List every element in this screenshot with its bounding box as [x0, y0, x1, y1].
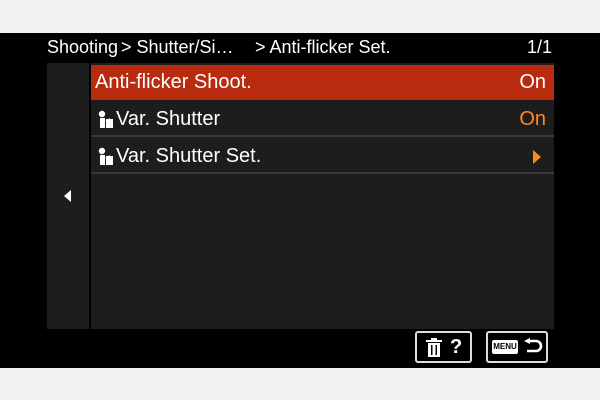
menu-item-anti-flicker-shoot[interactable]: Anti-flicker Shoot. On: [91, 65, 554, 100]
menu-item-value: On: [519, 71, 546, 93]
menu-item-label-group: Var. Shutter: [95, 102, 220, 137]
breadcrumb-anti-flicker-set: > Anti-flicker Set.: [255, 37, 391, 57]
breadcrumb-shooting[interactable]: Shooting: [47, 33, 118, 61]
return-arrow-icon: [524, 338, 543, 353]
menu-item-label: Var. Shutter Set.: [116, 145, 262, 167]
delete-help-button[interactable]: ?: [415, 331, 472, 363]
left-arrow-icon[interactable]: [64, 190, 71, 202]
back-nav-panel[interactable]: [47, 63, 89, 329]
movie-camera-icon: [98, 110, 113, 128]
page-indicator: 1/1: [526, 37, 552, 57]
menu-back-button[interactable]: MENU: [486, 331, 548, 363]
menu-item-value: On: [519, 108, 546, 130]
menu-header: Shooting > Shutter/Si… > Anti-flicker Se…: [0, 33, 600, 61]
breadcrumb-shutter-silent[interactable]: > Shutter/Si…: [121, 33, 234, 61]
menu-list: Anti-flicker Shoot. On Var. Shutter On V…: [91, 63, 554, 329]
movie-camera-icon: [98, 147, 113, 165]
camera-menu-screen: Shooting > Shutter/Si… > Anti-flicker Se…: [0, 33, 600, 368]
menu-item-var-shutter[interactable]: Var. Shutter On: [91, 102, 554, 137]
trash-icon: [426, 338, 442, 357]
menu-item-label: Anti-flicker Shoot.: [95, 71, 252, 93]
menu-item-label-group: Var. Shutter Set.: [95, 139, 261, 174]
menu-item-var-shutter-set[interactable]: Var. Shutter Set.: [91, 139, 554, 174]
menu-badge: MENU: [492, 340, 518, 354]
help-icon: ?: [450, 336, 463, 358]
menu-item-label: Var. Shutter: [116, 108, 221, 130]
submenu-arrow-icon: [533, 150, 541, 164]
